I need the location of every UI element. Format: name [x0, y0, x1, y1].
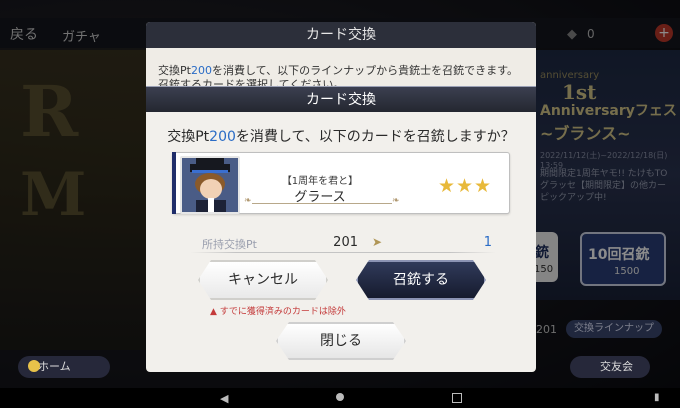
dialog-message-suffix: を消費して、以下のカードを召銃しますか？	[235, 129, 515, 145]
ornament-icon: ❧	[392, 196, 400, 206]
dialog-message-points: 200	[209, 129, 236, 145]
warning-icon: ▲	[210, 307, 217, 317]
summon-button[interactable]: 召銃する	[356, 260, 486, 300]
exchange-points-before: 201	[333, 235, 358, 250]
card-divider	[252, 203, 392, 204]
divider	[190, 252, 496, 253]
nav-recent-icon[interactable]	[452, 393, 462, 403]
character-portrait-icon	[182, 158, 238, 212]
close-button[interactable]: 閉じる	[276, 322, 406, 360]
ornament-icon: ❧	[244, 196, 252, 206]
nav-back-icon[interactable]: ◀	[220, 392, 228, 405]
dialog-message: 交換Pt200を消費して、以下のカードを召銃しますか？	[146, 126, 536, 146]
warning-text: ▲ すでに獲得済みのカードは除外	[210, 304, 346, 317]
card-thumbnail	[180, 156, 240, 214]
friend-button[interactable]: 交友会	[570, 356, 650, 378]
dialog-title: カード交換	[146, 86, 536, 114]
arrow-right-icon: ➤	[372, 235, 383, 249]
cancel-button[interactable]: キャンセル	[198, 260, 328, 300]
dialog-message-prefix: 交換Pt	[167, 129, 210, 145]
panel-text-points: 200	[190, 64, 212, 77]
nav-home-icon[interactable]	[336, 393, 344, 401]
panel-text-suffix: を消費して、以下のラインナップから貴銃士を召銃できます。	[211, 64, 518, 77]
rarity-star-icon: ★	[456, 175, 474, 197]
warning-label: すでに獲得済みのカードは除外	[219, 307, 346, 317]
battery-icon: ▮	[654, 392, 660, 403]
panel-text-prefix: 交換Pt	[158, 64, 191, 77]
card-title: 【1周年を君と】	[281, 176, 359, 187]
exchange-points-after: 1	[483, 235, 492, 250]
lineup-panel-title: カード交換	[146, 22, 536, 48]
exchange-points-label: 所持交換Pt	[202, 238, 257, 251]
rarity-star-icon: ★	[474, 175, 492, 197]
card-accent	[172, 152, 176, 214]
rarity-star-icon: ★	[438, 175, 456, 197]
home-icon	[28, 360, 40, 372]
